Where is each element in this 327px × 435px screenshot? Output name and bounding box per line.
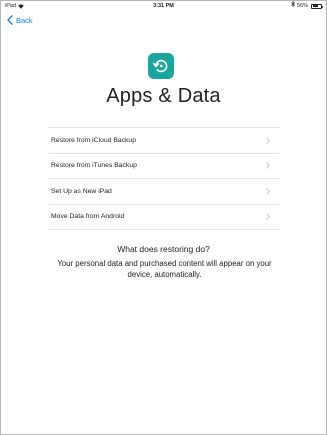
bluetooth-icon: [291, 1, 295, 11]
option-move-from-android[interactable]: Move Data from Android: [49, 205, 279, 230]
chevron-right-icon: [266, 213, 270, 220]
info-body: Your personal data and purchased content…: [57, 259, 272, 279]
page-title: Apps & Data: [106, 85, 221, 107]
status-bar: iPad 3:31 PM 56%: [1, 1, 326, 11]
back-button[interactable]: Back: [7, 13, 33, 27]
info-heading: What does restoring do?: [117, 244, 210, 254]
option-restore-icloud[interactable]: Restore from iCloud Backup: [49, 128, 279, 154]
battery-cap: [321, 5, 323, 8]
battery-icon: [311, 3, 323, 9]
setup-screen: iPad 3:31 PM 56% Back Apps & Data Restor…: [0, 0, 327, 435]
restore-arrow-icon: [148, 53, 174, 79]
battery-fill: [312, 5, 318, 7]
option-set-up-new[interactable]: Set Up as New iPad: [49, 179, 279, 205]
chevron-right-icon: [266, 162, 270, 169]
option-label: Restore from iCloud Backup: [51, 136, 136, 144]
battery-percent: 56%: [296, 3, 308, 9]
status-time: 3:31 PM: [153, 3, 174, 9]
back-label: Back: [16, 15, 33, 25]
option-restore-itunes[interactable]: Restore from iTunes Backup: [49, 154, 279, 179]
chevron-right-icon: [266, 188, 270, 195]
options-list: Restore from iCloud Backup Restore from …: [49, 127, 279, 230]
chevron-right-icon: [266, 137, 270, 144]
status-right: 56%: [291, 1, 323, 11]
option-label: Move Data from Android: [51, 213, 125, 221]
option-label: Restore from iTunes Backup: [51, 162, 137, 170]
option-label: Set Up as New iPad: [51, 187, 112, 195]
chevron-left-icon: [7, 15, 13, 25]
